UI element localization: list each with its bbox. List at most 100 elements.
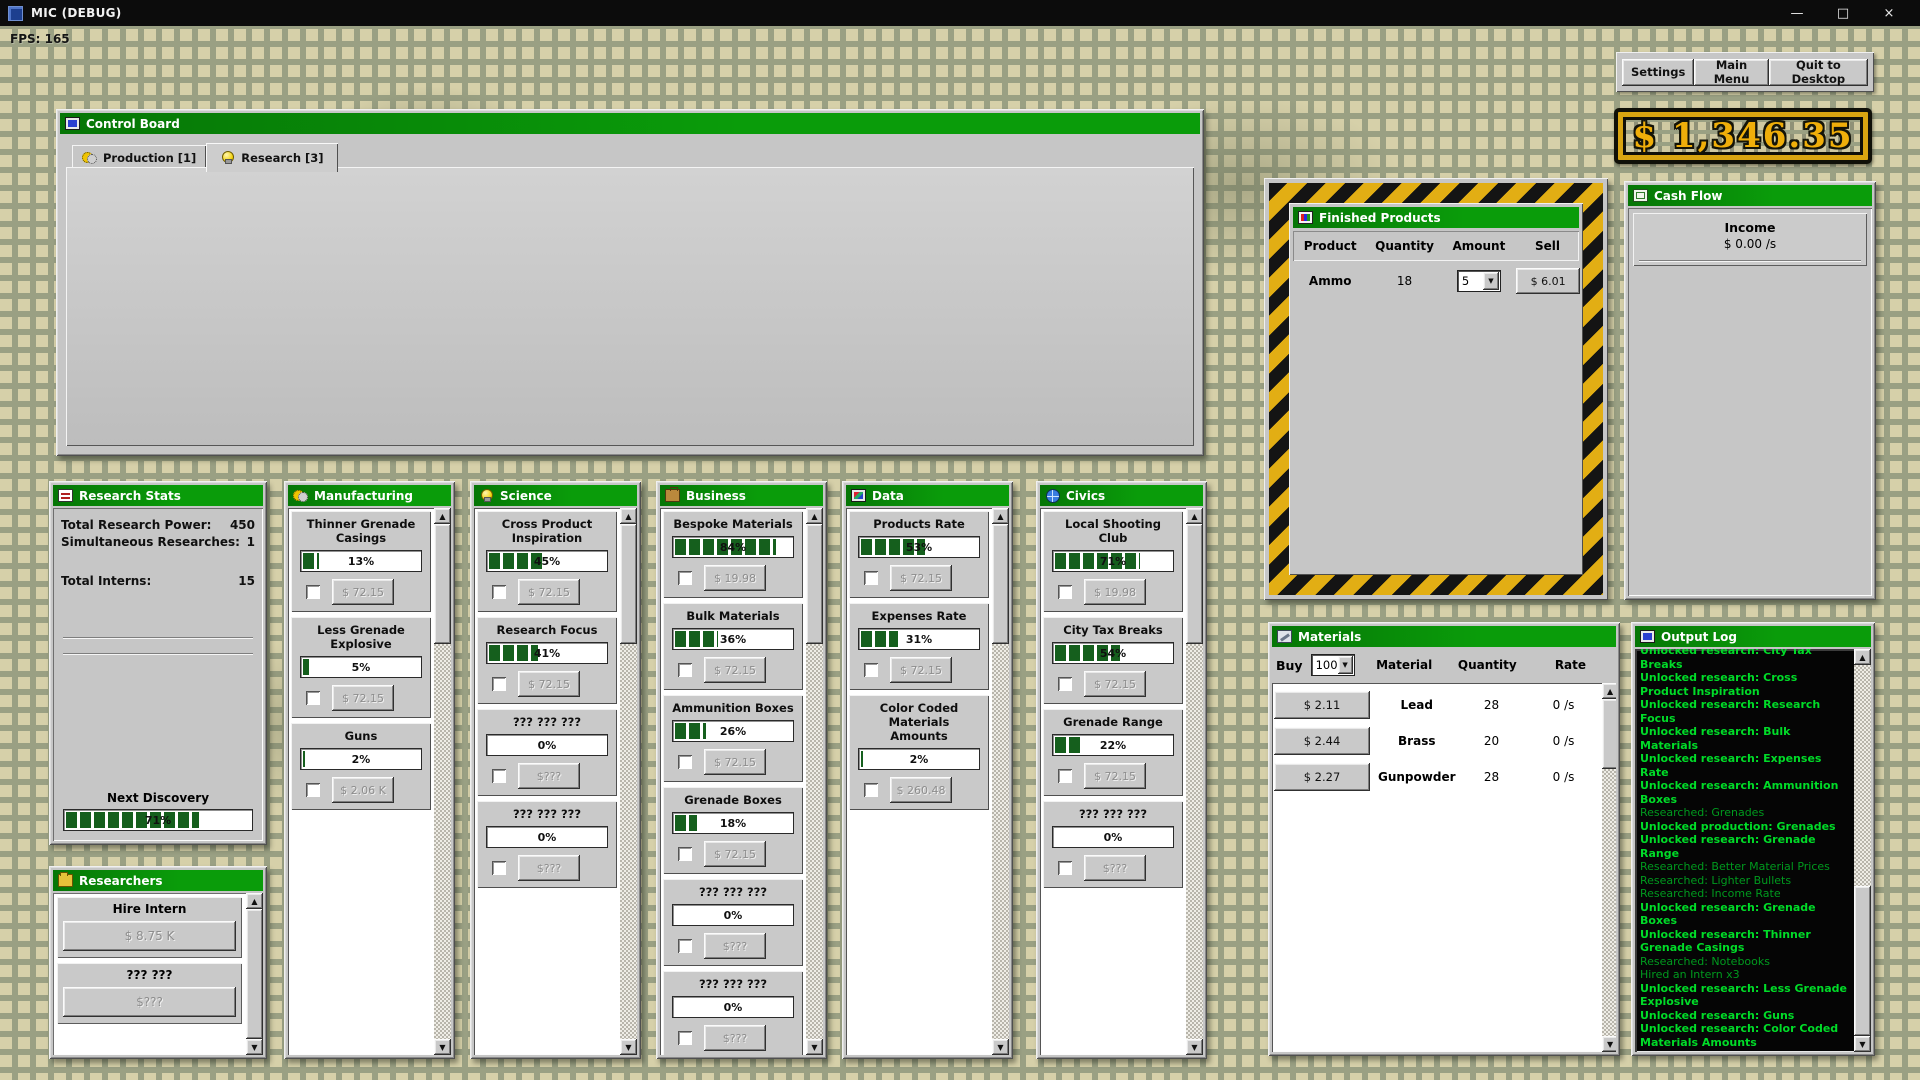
fund-research-button[interactable]: $ 72.15 bbox=[332, 579, 394, 605]
research-progress-bar: 2% bbox=[858, 748, 980, 770]
scroll-down-button[interactable]: ▼ bbox=[434, 1039, 451, 1055]
fund-research-button[interactable]: $ 72.15 bbox=[890, 565, 952, 591]
fund-research-button[interactable]: $ 2.06 K bbox=[332, 777, 394, 803]
fund-research-button[interactable]: $??? bbox=[518, 763, 580, 789]
auto-research-checkbox[interactable] bbox=[306, 585, 320, 599]
scroll-track[interactable] bbox=[246, 909, 263, 1039]
auto-research-checkbox[interactable] bbox=[1058, 861, 1072, 875]
research-progress-bar: 26% bbox=[672, 720, 794, 742]
auto-research-checkbox[interactable] bbox=[492, 677, 506, 691]
auto-research-checkbox[interactable] bbox=[1058, 585, 1072, 599]
scroll-thumb[interactable] bbox=[246, 909, 263, 1039]
scroll-up-button[interactable]: ▲ bbox=[992, 508, 1009, 524]
buy-material-button[interactable]: $ 2.27 bbox=[1274, 763, 1370, 791]
auto-research-checkbox[interactable] bbox=[864, 783, 878, 797]
scroll-up-button[interactable]: ▲ bbox=[1602, 683, 1616, 699]
minimize-button[interactable]: — bbox=[1774, 0, 1820, 26]
auto-research-checkbox[interactable] bbox=[864, 571, 878, 585]
fund-research-button[interactable]: $ 72.15 bbox=[890, 657, 952, 683]
scroll-track[interactable] bbox=[1186, 524, 1203, 1039]
scrollbar[interactable]: ▲ ▼ bbox=[1186, 508, 1203, 1055]
scroll-up-button[interactable]: ▲ bbox=[246, 893, 263, 909]
fund-research-button[interactable]: $ 72.15 bbox=[518, 579, 580, 605]
scrollbar[interactable]: ▲ ▼ bbox=[992, 508, 1009, 1055]
auto-research-checkbox[interactable] bbox=[492, 585, 506, 599]
buy-material-button[interactable]: $ 2.44 bbox=[1274, 727, 1370, 755]
scroll-down-button[interactable]: ▼ bbox=[992, 1039, 1009, 1055]
scroll-down-button[interactable]: ▼ bbox=[1186, 1039, 1203, 1055]
scroll-down-button[interactable]: ▼ bbox=[246, 1039, 263, 1055]
fund-research-button[interactable]: $ 72.15 bbox=[1084, 763, 1146, 789]
dropdown-arrow-icon[interactable]: ▼ bbox=[1483, 272, 1499, 290]
scroll-track[interactable] bbox=[620, 524, 637, 1039]
fund-research-button[interactable]: $ 72.15 bbox=[704, 749, 766, 775]
fund-research-button[interactable]: $ 72.15 bbox=[704, 657, 766, 683]
scroll-track[interactable] bbox=[992, 524, 1009, 1039]
scroll-thumb[interactable] bbox=[1602, 699, 1616, 769]
buy-material-button[interactable]: $ 2.11 bbox=[1274, 691, 1370, 719]
auto-research-checkbox[interactable] bbox=[678, 755, 692, 769]
dropdown-arrow-icon[interactable]: ▼ bbox=[1338, 656, 1353, 674]
auto-research-checkbox[interactable] bbox=[492, 769, 506, 783]
sell-button[interactable]: $ 6.01 bbox=[1516, 268, 1580, 294]
scroll-thumb[interactable] bbox=[806, 524, 823, 644]
research-item-name: ??? ??? ??? bbox=[672, 977, 794, 991]
scroll-thumb[interactable] bbox=[992, 524, 1009, 644]
scrollbar[interactable]: ▲ ▼ bbox=[1854, 649, 1871, 1052]
fund-research-button[interactable]: $ 72.15 bbox=[332, 685, 394, 711]
scroll-thumb[interactable] bbox=[1186, 524, 1203, 644]
fund-research-button[interactable]: $ 19.98 bbox=[704, 565, 766, 591]
scroll-down-button[interactable]: ▼ bbox=[1854, 1036, 1871, 1052]
tab-research[interactable]: Research [3] bbox=[206, 143, 337, 172]
scroll-track[interactable] bbox=[434, 524, 451, 1039]
scroll-track[interactable] bbox=[1854, 665, 1871, 1036]
scroll-track[interactable] bbox=[1602, 699, 1616, 1036]
fund-research-button[interactable]: $??? bbox=[704, 1025, 766, 1051]
hire-button[interactable]: $ 8.75 K bbox=[63, 921, 236, 951]
scrollbar[interactable]: ▲ ▼ bbox=[1602, 683, 1616, 1052]
auto-research-checkbox[interactable] bbox=[678, 1031, 692, 1045]
scrollbar[interactable]: ▲ ▼ bbox=[620, 508, 637, 1055]
fund-research-button[interactable]: $ 72.15 bbox=[518, 671, 580, 697]
main-menu-button[interactable]: Main Menu bbox=[1694, 59, 1768, 86]
scroll-thumb[interactable] bbox=[434, 524, 451, 644]
scroll-up-button[interactable]: ▲ bbox=[620, 508, 637, 524]
fund-research-button[interactable]: $??? bbox=[518, 855, 580, 881]
scroll-down-button[interactable]: ▼ bbox=[1602, 1036, 1616, 1052]
settings-button[interactable]: Settings bbox=[1622, 59, 1694, 86]
auto-research-checkbox[interactable] bbox=[864, 663, 878, 677]
maximize-button[interactable]: □ bbox=[1820, 0, 1866, 26]
fund-research-button[interactable]: $??? bbox=[704, 933, 766, 959]
scroll-up-button[interactable]: ▲ bbox=[1186, 508, 1203, 524]
sell-amount-dropdown[interactable]: 5 ▼ bbox=[1457, 270, 1501, 292]
scroll-thumb[interactable] bbox=[1854, 886, 1871, 1036]
auto-research-checkbox[interactable] bbox=[306, 691, 320, 705]
auto-research-checkbox[interactable] bbox=[678, 847, 692, 861]
auto-research-checkbox[interactable] bbox=[1058, 769, 1072, 783]
auto-research-checkbox[interactable] bbox=[678, 571, 692, 585]
auto-research-checkbox[interactable] bbox=[1058, 677, 1072, 691]
scrollbar[interactable]: ▲ ▼ bbox=[434, 508, 451, 1055]
scroll-down-button[interactable]: ▼ bbox=[620, 1039, 637, 1055]
scroll-up-button[interactable]: ▲ bbox=[806, 508, 823, 524]
auto-research-checkbox[interactable] bbox=[678, 939, 692, 953]
scrollbar[interactable]: ▲ ▼ bbox=[246, 893, 263, 1055]
fund-research-button[interactable]: $ 19.98 bbox=[1084, 579, 1146, 605]
scrollbar[interactable]: ▲ ▼ bbox=[806, 508, 823, 1055]
auto-research-checkbox[interactable] bbox=[492, 861, 506, 875]
fund-research-button[interactable]: $??? bbox=[1084, 855, 1146, 881]
fund-research-button[interactable]: $ 260.48 bbox=[890, 777, 952, 803]
scroll-up-button[interactable]: ▲ bbox=[1854, 649, 1871, 665]
scroll-down-button[interactable]: ▼ bbox=[806, 1039, 823, 1055]
hire-button[interactable]: $??? bbox=[63, 987, 236, 1017]
buy-amount-dropdown[interactable]: 100 ▼ bbox=[1311, 654, 1355, 676]
scroll-thumb[interactable] bbox=[620, 524, 637, 644]
close-button[interactable]: × bbox=[1866, 0, 1912, 26]
fund-research-button[interactable]: $ 72.15 bbox=[1084, 671, 1146, 697]
scroll-track[interactable] bbox=[806, 524, 823, 1039]
quit-to-desktop-button[interactable]: Quit to Desktop bbox=[1769, 59, 1868, 86]
auto-research-checkbox[interactable] bbox=[306, 783, 320, 797]
fund-research-button[interactable]: $ 72.15 bbox=[704, 841, 766, 867]
auto-research-checkbox[interactable] bbox=[678, 663, 692, 677]
scroll-up-button[interactable]: ▲ bbox=[434, 508, 451, 524]
